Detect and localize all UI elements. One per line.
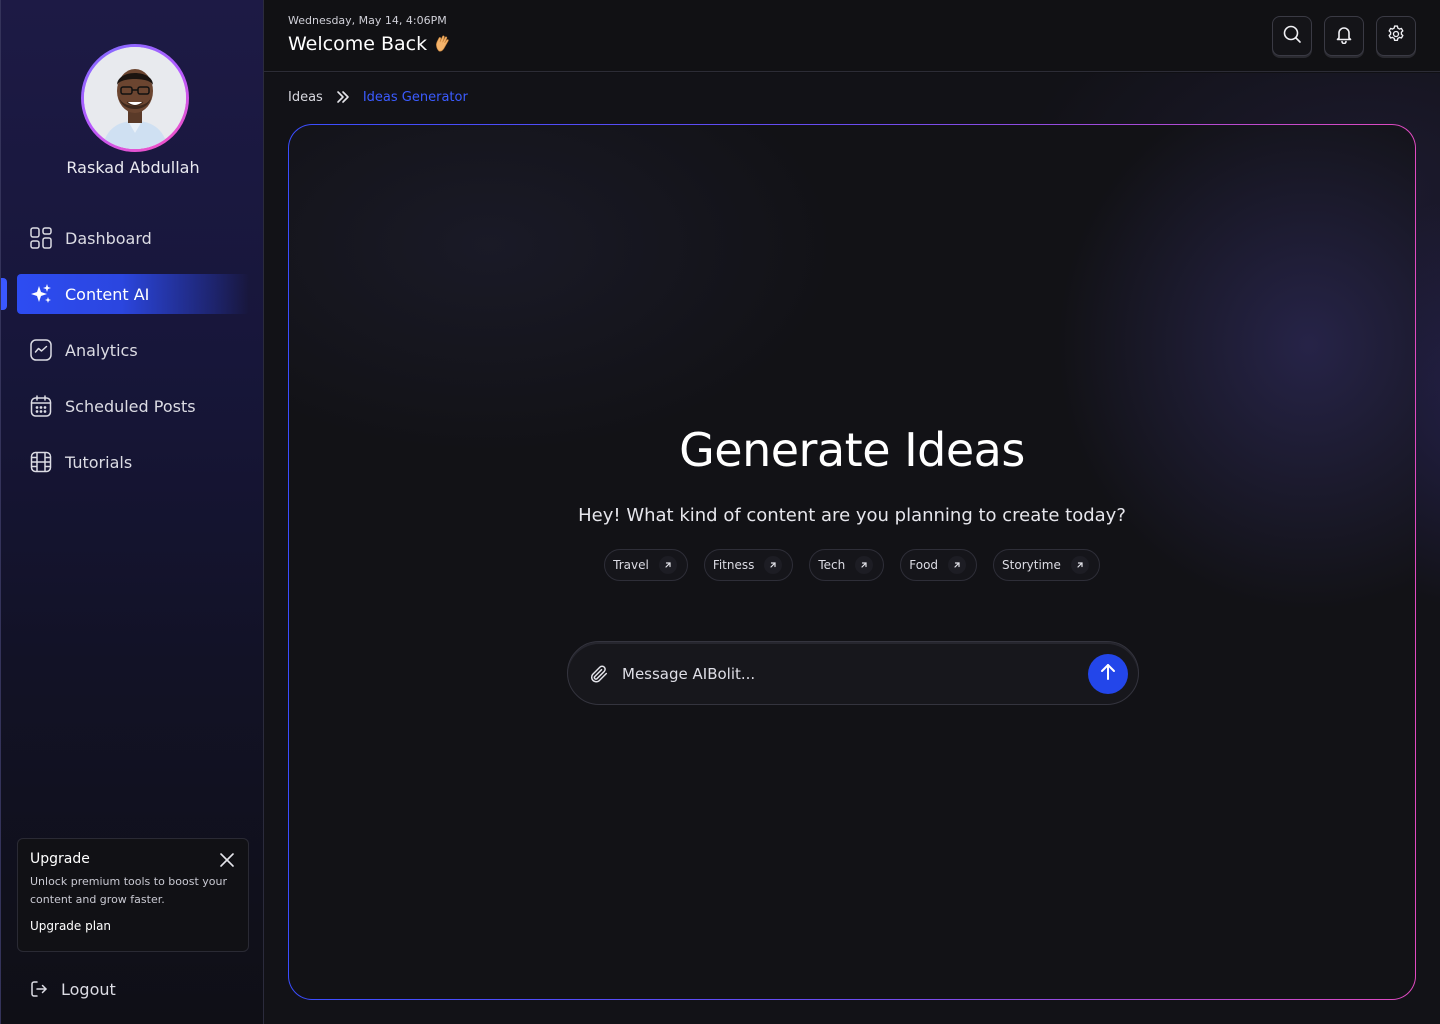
paperclip-icon[interactable] xyxy=(588,663,610,685)
message-input[interactable] xyxy=(622,660,1072,688)
calendar-icon xyxy=(29,394,53,418)
film-icon xyxy=(29,450,53,474)
panel-inner: Generate Ideas Hey! What kind of content… xyxy=(289,125,1415,999)
chip-label: Travel xyxy=(613,558,649,572)
top-header: Wednesday, May 14, 4:06PM Welcome Back xyxy=(264,0,1440,72)
sidebar-item-label: Scheduled Posts xyxy=(65,396,196,416)
breadcrumb-ideas-generator[interactable]: Ideas Generator xyxy=(363,90,468,105)
arrow-up-right-icon xyxy=(764,556,783,574)
notifications-button[interactable] xyxy=(1324,16,1364,56)
breadcrumb: Ideas Ideas Generator xyxy=(288,89,468,105)
arrow-up-right-icon xyxy=(1070,556,1089,574)
settings-button[interactable] xyxy=(1376,16,1416,56)
dashboard-grid-icon xyxy=(29,226,53,250)
chip-label: Fitness xyxy=(712,558,755,572)
avatar-photo xyxy=(84,47,186,149)
upgrade-title: Upgrade xyxy=(30,851,90,867)
arrow-up-icon xyxy=(1098,662,1118,686)
hero-title: Generate Ideas xyxy=(679,423,1025,477)
waving-hand-icon xyxy=(433,34,453,54)
search-button[interactable] xyxy=(1272,16,1312,56)
breadcrumb-ideas[interactable]: Ideas xyxy=(288,90,323,105)
upgrade-plan-link[interactable]: Upgrade plan xyxy=(30,919,111,933)
logout-icon xyxy=(29,979,49,999)
bell-icon xyxy=(1334,24,1354,48)
upgrade-card: Upgrade Unlock premium tools to boost yo… xyxy=(17,838,249,952)
chip-travel[interactable]: Travel xyxy=(604,549,688,581)
sidebar-item-analytics[interactable]: Analytics xyxy=(17,330,249,370)
message-composer xyxy=(567,641,1139,705)
chip-storytime[interactable]: Storytime xyxy=(993,549,1100,581)
close-icon[interactable] xyxy=(218,851,236,869)
chip-label: Tech xyxy=(818,558,846,572)
sidebar-item-tutorials[interactable]: Tutorials xyxy=(17,442,249,482)
chip-fitness[interactable]: Fitness xyxy=(703,549,794,581)
sidebar-item-label: Dashboard xyxy=(65,228,152,248)
welcome-text: Welcome Back xyxy=(288,33,428,55)
ideas-generator-panel: Generate Ideas Hey! What kind of content… xyxy=(288,124,1416,1000)
hero-subtitle: Hey! What kind of content are you planni… xyxy=(578,505,1126,526)
sparkles-icon xyxy=(29,282,53,306)
chip-label: Food xyxy=(909,558,939,572)
logout-label: Logout xyxy=(61,979,116,999)
page-title: Welcome Back xyxy=(288,33,453,55)
sidebar-item-label: Analytics xyxy=(65,340,138,360)
upgrade-description: Unlock premium tools to boost your conte… xyxy=(30,875,228,906)
arrow-up-right-icon xyxy=(855,556,874,574)
sidebar-item-label: Content AI xyxy=(65,284,150,304)
logout-button[interactable]: Logout xyxy=(29,976,116,1002)
gear-icon xyxy=(1386,24,1406,48)
double-chevron-right-icon xyxy=(335,89,351,105)
chip-label: Storytime xyxy=(1002,558,1061,572)
active-indicator xyxy=(1,278,7,310)
sidebar-item-dashboard[interactable]: Dashboard xyxy=(17,218,249,258)
analytics-chart-icon xyxy=(29,338,53,362)
arrow-up-right-icon xyxy=(658,556,677,574)
sidebar: Raskad Abdullah Dashboard Content AI Ana… xyxy=(0,0,264,1024)
arrow-up-right-icon xyxy=(948,556,967,574)
topic-chips: Travel Fitness Tech Food Storytime xyxy=(289,549,1415,581)
sidebar-item-scheduled-posts[interactable]: Scheduled Posts xyxy=(17,386,249,426)
chip-food[interactable]: Food xyxy=(900,549,978,581)
sidebar-nav: Dashboard Content AI Analytics Scheduled… xyxy=(1,218,249,498)
user-name: Raskad Abdullah xyxy=(66,158,200,177)
send-button[interactable] xyxy=(1088,654,1128,694)
sidebar-item-content-ai[interactable]: Content AI xyxy=(1,274,249,314)
avatar[interactable] xyxy=(81,44,189,152)
sidebar-item-label: Tutorials xyxy=(65,452,133,472)
chip-tech[interactable]: Tech xyxy=(809,549,885,581)
header-date: Wednesday, May 14, 4:06PM xyxy=(288,14,447,27)
search-icon xyxy=(1282,24,1302,48)
